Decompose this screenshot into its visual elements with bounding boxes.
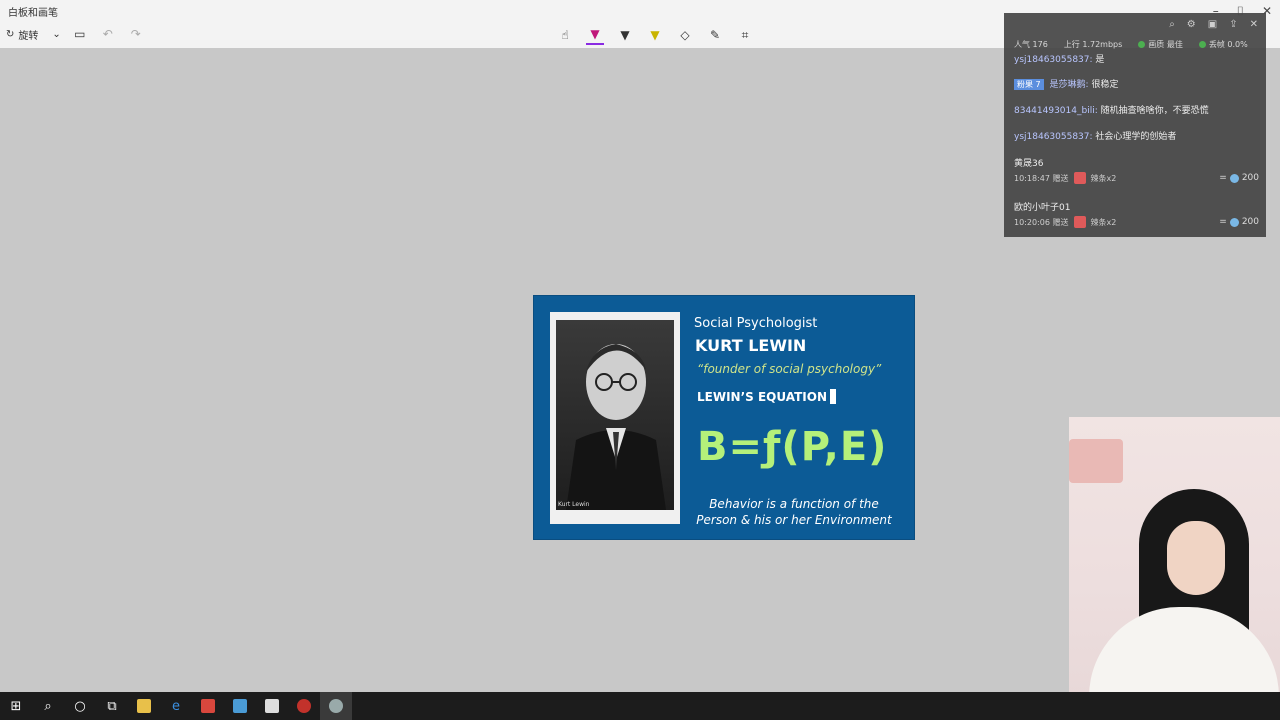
portrait-illustration [566,344,666,510]
gift-action: 赠送 [1052,217,1069,227]
photo-frame: Kurt Lewin [550,312,680,524]
chat-text: 社会心理学的创始者 [1095,132,1177,142]
gift-time: 10:18:47 [1014,173,1050,183]
window-title: 白板和画笔 [8,7,58,19]
app-circle-icon[interactable] [288,692,320,720]
chat-text: 是 [1095,55,1105,65]
chat-text: 很稳定 [1091,80,1119,90]
quality-text: 画质 最佳 [1148,40,1183,49]
gift-action: 赠送 [1052,173,1069,183]
gift-amount: = 200 [1219,173,1259,183]
rotate-button[interactable]: ↻ 旋转 ⌄ [6,27,61,42]
presenter-face [1167,521,1225,595]
task-view-icon[interactable]: ⧉ [96,692,128,720]
search-icon[interactable]: ⌕ [32,692,64,720]
ruler-icon[interactable]: ✎ [706,26,724,44]
upload-rate: 上行 1.72mbps [1063,40,1123,49]
gift-entry: 黄晟36 10:18:47 赠送 辣条x2 = 200 [1014,156,1259,184]
app-current-icon[interactable] [320,692,352,720]
chat-message: 粉果 7 是莎琳鹅: 很稳定 [1014,77,1118,90]
calligraphy-icon[interactable]: ▼ [616,26,634,44]
start-icon[interactable]: ⊞ [0,692,32,720]
taskbar: ⊞ ⌕ ○ ⧉ e [0,692,1280,720]
desc-line-2: Person & his or her Environment [696,513,892,527]
chat-user: 是莎琳鹅: [1049,80,1089,90]
chat-user: ysj18463055837: [1014,132,1093,142]
gift-amount: = 200 [1219,217,1259,227]
toolbar-tools: ☝ ▼ ▼ ▼ ◇ ✎ ⌗ [556,25,754,45]
file-explorer-icon[interactable] [128,692,160,720]
webcam-feed [1069,417,1280,720]
gift-line: 10:20:06 赠送 辣条x2 = 200 [1014,216,1259,228]
slide-quote: “founder of social psychology” [697,362,882,376]
kurt-lewin-portrait: Kurt Lewin [556,320,674,510]
fan-badge: 粉果 7 [1014,79,1044,90]
desc-line-1: Behavior is a function of the [709,497,879,511]
drop-text: 丢帧 0.0% [1208,40,1248,49]
gift-time: 10:20:06 [1014,217,1050,227]
lewin-equation: B=ƒ(P,E) [697,424,888,470]
stream-stats: 人气 176 上行 1.72mbps 画质 最佳 丢帧 0.0% [1014,39,1248,50]
toolbar-left: ↻ 旋转 ⌄ ▭ ↶ ↷ [6,25,145,43]
chat-message: ysj18463055837: 是 [1014,52,1104,65]
share-icon[interactable]: ⇪ [1229,19,1237,30]
chat-toolbar: ⌕ ⚙ ▣ ⇪ ✕ [1169,19,1258,30]
undo-icon[interactable]: ↶ [99,25,117,43]
gift-line: 10:18:47 赠送 辣条x2 = 200 [1014,172,1259,184]
text-cursor [830,389,836,404]
cortana-icon[interactable]: ○ [64,692,96,720]
redo-icon[interactable]: ↷ [127,25,145,43]
app-red-icon[interactable] [192,692,224,720]
live-chat-panel: ⌕ ⚙ ▣ ⇪ ✕ 人气 176 上行 1.72mbps 画质 最佳 丢帧 0.… [1004,13,1266,237]
gift-item: 辣条x2 [1090,173,1117,183]
lewin-slide: Kurt Lewin Social Psychologist KURT LEWI… [533,295,915,540]
equation-description: Behavior is a function of the Person & h… [694,496,894,528]
chevron-down-icon[interactable]: ⌄ [52,29,60,40]
highlighter-icon[interactable]: ▼ [646,26,664,44]
gift-amount-value: 200 [1241,217,1259,227]
coin-icon [1229,173,1239,183]
gift-entry: 欧的小叶子01 10:20:06 赠送 辣条x2 = 200 [1014,200,1259,228]
gear-icon[interactable]: ⚙ [1187,19,1196,30]
drop-status: 丢帧 0.0% [1198,39,1248,50]
rotate-icon: ↻ [6,28,15,40]
air-conditioner [1069,439,1123,483]
gift-amount-value: 200 [1241,173,1259,183]
equation-label-text: LEWIN’S EQUATION [697,390,827,404]
gift-item: 辣条x2 [1090,217,1117,227]
whiteboard-icon[interactable]: ▭ [71,25,89,43]
chat-user: 83441493014_bili: [1014,106,1098,116]
rotate-label: 旋转 [18,30,39,42]
gift-sender: 欧的小叶子01 [1014,203,1071,213]
eraser-icon[interactable]: ◇ [676,26,694,44]
coin-icon [1229,217,1239,227]
viewer-count: 人气 176 [1014,40,1048,49]
crop-icon[interactable]: ⌗ [736,26,754,44]
chat-user: ysj18463055837: [1014,55,1093,65]
equation-label: LEWIN’S EQUATION [697,389,836,404]
chat-message: ysj18463055837: 社会心理学的创始者 [1014,129,1176,142]
search-icon[interactable]: ⌕ [1169,19,1175,30]
pen-icon[interactable]: ▼ [586,25,604,45]
gift-item-icon [1074,172,1087,184]
slide-name: KURT LEWIN [695,336,807,355]
status-dot-icon [1198,41,1206,48]
touch-write-icon[interactable]: ☝ [556,26,574,44]
app-blue-icon[interactable] [224,692,256,720]
gift-sender: 黄晟36 [1014,159,1044,169]
photos-icon[interactable] [256,692,288,720]
photo-caption: Kurt Lewin [558,501,590,508]
edge-icon[interactable]: e [160,692,192,720]
chat-text: 随机抽查啥啥你，不要恐慌 [1100,106,1209,116]
quality-status: 画质 最佳 [1138,39,1183,50]
close-icon[interactable]: ✕ [1250,19,1258,30]
gift-icon[interactable]: ▣ [1208,19,1217,30]
screen: 白板和画笔 – ⌷ ✕ ↻ 旋转 ⌄ ▭ ↶ ↷ ☝ ▼ ▼ ▼ ◇ ✎ ⌗ K… [0,0,1280,720]
slide-subtitle: Social Psychologist [694,316,818,331]
chat-message: 83441493014_bili: 随机抽查啥啥你，不要恐慌 [1014,103,1209,116]
status-dot-icon [1138,41,1146,48]
gift-item-icon [1074,216,1087,228]
